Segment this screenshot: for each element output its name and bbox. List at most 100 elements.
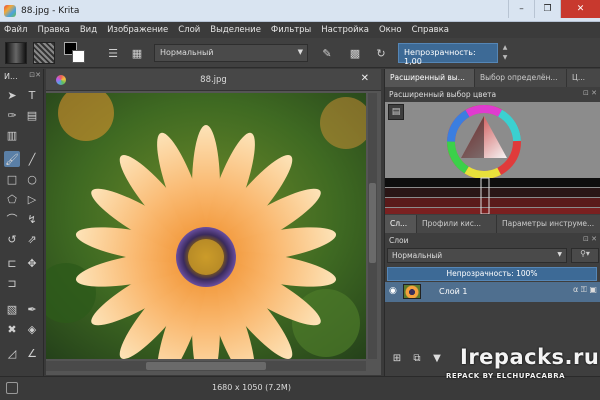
image-size-status: 1680 x 1050 (7.2M) xyxy=(212,383,291,392)
duplicate-layer-icon[interactable]: ⧉ xyxy=(409,353,425,369)
krita-window: 88.jpg - Krita – ❐ ✕ Файл Правка Вид Изо… xyxy=(0,0,600,400)
layer-opacity-slider[interactable]: Непрозрачность: 100% xyxy=(387,267,597,281)
polyline-tool-icon[interactable]: ▷ xyxy=(24,191,40,207)
tab-advanced-color-selector[interactable]: Расширенный вы... xyxy=(385,69,475,87)
dynamic-brush-tool-icon[interactable]: ↺ xyxy=(4,231,20,247)
calligraphy-tool-icon[interactable]: ▤ xyxy=(24,107,40,123)
move-tool-icon[interactable]: ✥ xyxy=(24,255,40,271)
canvas[interactable] xyxy=(46,93,366,359)
docker-tabs-bottom: Сл... Профили кис... Параметры инструме.… xyxy=(385,215,600,233)
layer-blend-mode-value: Нормальный xyxy=(392,251,443,260)
menu-help[interactable]: Справка xyxy=(412,25,449,35)
minimize-button[interactable]: – xyxy=(508,0,534,18)
freehand-brush-tool-icon[interactable]: 🖌 xyxy=(4,151,20,167)
opacity-spinner[interactable]: ▲ ▼ xyxy=(500,43,510,63)
horizontal-scroll-thumb[interactable] xyxy=(146,362,266,370)
measure-tool-icon[interactable]: ∠ xyxy=(24,345,40,361)
edit-shapes-tool-icon[interactable]: ✑ xyxy=(4,107,20,123)
tab-tool-options[interactable]: Параметры инструме... xyxy=(497,215,600,233)
assistant-tool-icon[interactable]: ◿ xyxy=(4,345,20,361)
maximize-button[interactable]: ❐ xyxy=(534,0,560,18)
menu-edit[interactable]: Правка xyxy=(37,25,69,35)
krita-app-icon xyxy=(4,4,16,17)
color-selector-title: Расширенный выбор цвета xyxy=(389,90,497,99)
tab-layers[interactable]: Сл... xyxy=(385,215,417,233)
blend-mode-select[interactable]: Нормальный ▼ xyxy=(154,44,308,62)
bezier-tool-icon[interactable]: ⌒ xyxy=(4,211,20,227)
preserve-alpha-icon[interactable]: ▩ xyxy=(346,44,364,62)
menu-view[interactable]: Вид xyxy=(80,25,97,35)
opacity-slider[interactable]: Непрозрачность: 1,00 xyxy=(398,43,498,66)
ellipse-tool-icon[interactable]: ○ xyxy=(24,171,40,187)
line-tool-icon[interactable]: ╱ xyxy=(24,151,40,167)
menu-image[interactable]: Изображение xyxy=(107,25,168,35)
select-shapes-tool-icon[interactable]: ➤ xyxy=(4,87,20,103)
advanced-color-selector[interactable]: ▤ xyxy=(385,102,600,215)
toolbox-close-icon[interactable]: ⊡✕ xyxy=(29,71,41,79)
background-color-swatch[interactable] xyxy=(72,50,85,63)
rectangle-tool-icon[interactable]: □ xyxy=(4,171,20,187)
flower-photo xyxy=(46,93,366,359)
blend-mode-value: Нормальный xyxy=(160,48,214,57)
color-wheel[interactable] xyxy=(385,102,600,215)
fg-bg-color-selector[interactable] xyxy=(64,42,86,64)
brush-presets-icon[interactable]: ▦ xyxy=(128,44,146,62)
layers-float-close-icon[interactable]: ⊡ ✕ xyxy=(583,235,597,243)
pattern-tool-icon[interactable]: ▥ xyxy=(4,127,20,143)
document-view: 88.jpg ✕ xyxy=(46,69,381,375)
reload-preset-icon[interactable]: ↻ xyxy=(372,44,390,62)
gradient-tool-icon[interactable]: ▧ xyxy=(4,301,20,317)
chevron-down-icon: ▼ xyxy=(297,48,303,56)
vertical-scrollbar[interactable] xyxy=(368,93,377,359)
tab-brush-presets[interactable]: Профили кис... xyxy=(417,215,497,233)
layer-name: Слой 1 xyxy=(439,287,468,296)
layer-lock-alpha-icons[interactable]: α ⚿ ▣ xyxy=(573,285,597,295)
polygon-tool-icon[interactable]: ⬠ xyxy=(4,191,20,207)
freehand-path-tool-icon[interactable]: ↯ xyxy=(24,211,40,227)
menu-file[interactable]: Файл xyxy=(4,25,27,35)
color-picker-tool-icon[interactable]: ✒ xyxy=(24,301,40,317)
layer-blend-mode-select[interactable]: Нормальный ▼ xyxy=(387,248,567,263)
chevron-down-icon: ▼ xyxy=(557,251,562,258)
close-document-icon[interactable]: ✕ xyxy=(361,73,369,84)
layer-thumbnail xyxy=(403,284,421,299)
layer-row[interactable]: ◉ Слой 1 α ⚿ ▣ xyxy=(385,282,600,302)
document-tab[interactable]: 88.jpg ✕ xyxy=(46,69,381,91)
horizontal-scrollbar[interactable] xyxy=(46,361,366,371)
menu-window[interactable]: Окно xyxy=(379,25,402,35)
add-layer-icon[interactable]: ⊞ xyxy=(389,353,405,369)
menu-select[interactable]: Выделение xyxy=(210,25,261,35)
gradient-preset-button[interactable] xyxy=(5,42,27,64)
watermark-repack: REPACK BY ELCHUPACABRA xyxy=(446,372,566,380)
document-tab-title: 88.jpg xyxy=(200,75,227,85)
menu-filter[interactable]: Фильтры xyxy=(271,25,311,35)
vertical-scroll-thumb[interactable] xyxy=(369,183,376,263)
visibility-eye-icon[interactable]: ◉ xyxy=(389,286,397,296)
tab-palette[interactable]: Ц... xyxy=(567,69,600,87)
tab-specific-color-selector[interactable]: Выбор определён... xyxy=(475,69,567,87)
move-layer-down-icon[interactable]: ▼ xyxy=(429,353,445,369)
toolbox: И... ⊡✕ ➤ T ✑ ▤ ▥ 🖌 ╱ □ ○ ⬠ ▷ ⌒ ↯ ↺ ⇗ ⊏ … xyxy=(0,69,44,400)
transform-tool-icon[interactable]: ⊐ xyxy=(4,275,20,291)
color-selector-settings-icon[interactable]: ▤ xyxy=(388,104,404,120)
eraser-mode-icon[interactable]: ✎ xyxy=(318,44,336,62)
pattern-preset-button[interactable] xyxy=(33,42,55,64)
smart-patch-tool-icon[interactable]: ✖ xyxy=(4,321,20,337)
docker-float-close-icon[interactable]: ⊡ ✕ xyxy=(583,89,597,97)
multibrush-tool-icon[interactable]: ⇗ xyxy=(24,231,40,247)
menu-layer[interactable]: Слой xyxy=(178,25,200,35)
brush-settings-icon[interactable]: ☰ xyxy=(104,44,122,62)
menu-settings[interactable]: Настройка xyxy=(321,25,369,35)
tool-options-bar: ☰ ▦ Нормальный ▼ ✎ ▩ ↻ Непрозрачность: 1… xyxy=(0,38,600,68)
docker-tabs-top: Расширенный вы... Выбор определён... Ц..… xyxy=(385,69,600,87)
fill-tool-icon[interactable]: ◈ xyxy=(24,321,40,337)
layers-title: Слои xyxy=(389,236,409,245)
watermark-site: Irepacks.ru xyxy=(460,345,600,369)
crop-tool-icon[interactable]: ⊏ xyxy=(4,255,20,271)
layer-filter-icon[interactable]: ⚲▾ xyxy=(571,248,599,263)
close-button[interactable]: ✕ xyxy=(560,0,600,18)
brush-preview-icon[interactable] xyxy=(6,382,18,394)
text-tool-icon[interactable]: T xyxy=(24,87,40,103)
docker-panel: Расширенный вы... Выбор определён... Ц..… xyxy=(384,69,600,376)
color-selector-header: Расширенный выбор цвета ⊡ ✕ xyxy=(385,88,600,101)
